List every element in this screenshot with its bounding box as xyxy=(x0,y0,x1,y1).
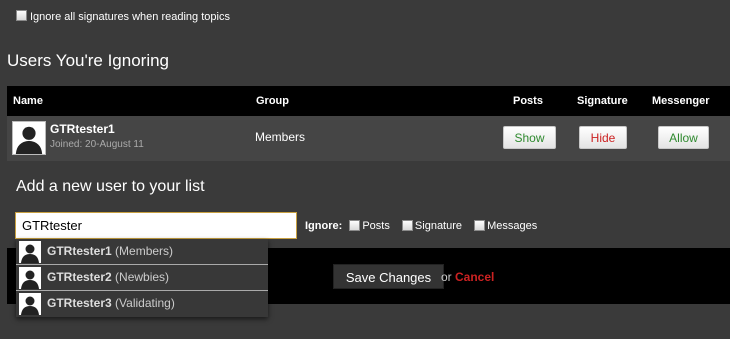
ignore-messages-option[interactable]: Messages xyxy=(474,219,538,232)
autocomplete-username: GTRtester1 xyxy=(47,244,112,258)
user-silhouette-icon xyxy=(19,293,41,315)
table-header: Name Group Posts Signature Messenger xyxy=(7,86,730,116)
section-title: Users You're Ignoring xyxy=(7,51,170,70)
ignore-options: Ignore: Posts Signature Messages xyxy=(305,219,546,232)
ignore-signature-label: Signature xyxy=(414,220,463,232)
autocomplete-group: (Newbies) xyxy=(115,270,170,284)
avatar xyxy=(19,267,41,289)
avatar[interactable] xyxy=(12,121,46,155)
ignore-signatures-option[interactable]: Ignore all signatures when reading topic… xyxy=(16,9,230,23)
messenger-allow-button[interactable]: Allow xyxy=(658,126,709,149)
username-link[interactable]: GTRtester1 xyxy=(50,122,115,136)
table-row: GTRtester1 Joined: 20-August 11 Members … xyxy=(7,116,730,161)
header-group: Group xyxy=(256,95,289,107)
ignore-label: Ignore: xyxy=(305,220,343,232)
autocomplete-username: GTRtester3 xyxy=(47,296,112,310)
posts-show-button[interactable]: Show xyxy=(503,126,556,149)
username-search-input[interactable]: GTRtester xyxy=(15,212,297,239)
ignore-signatures-label: Ignore all signatures when reading topic… xyxy=(30,11,230,23)
ignore-signature-option[interactable]: Signature xyxy=(401,219,463,232)
autocomplete-group: (Validating) xyxy=(115,296,175,310)
autocomplete-dropdown: GTRtester1 (Members) GTRtester2 (Newbies… xyxy=(16,239,268,317)
user-group: Members xyxy=(255,130,306,144)
user-silhouette-icon xyxy=(19,241,41,263)
add-user-title: Add a new user to your list xyxy=(16,178,205,195)
autocomplete-item[interactable]: GTRtester1 (Members) xyxy=(16,239,268,265)
or-text: or xyxy=(441,270,452,284)
cancel-link[interactable]: Cancel xyxy=(455,270,494,284)
ignore-messages-label: Messages xyxy=(487,220,538,232)
signature-hide-button[interactable]: Hide xyxy=(579,126,627,149)
header-name: Name xyxy=(13,95,43,107)
ignore-posts-option[interactable]: Posts xyxy=(349,219,390,232)
ignore-signature-checkbox[interactable] xyxy=(401,219,413,231)
header-posts: Posts xyxy=(513,95,543,107)
user-silhouette-icon xyxy=(19,267,41,289)
autocomplete-group: (Members) xyxy=(115,244,174,258)
save-changes-button[interactable]: Save Changes xyxy=(333,264,444,289)
ignore-signatures-checkbox[interactable] xyxy=(16,9,27,21)
avatar xyxy=(19,241,41,263)
autocomplete-item[interactable]: GTRtester2 (Newbies) xyxy=(16,265,268,291)
avatar xyxy=(19,293,41,315)
joined-date: Joined: 20-August 11 xyxy=(50,139,144,150)
ignore-posts-checkbox[interactable] xyxy=(349,219,361,231)
header-messenger: Messenger xyxy=(652,95,710,107)
autocomplete-item[interactable]: GTRtester3 (Validating) xyxy=(16,291,268,317)
user-silhouette-icon xyxy=(13,122,45,154)
autocomplete-username: GTRtester2 xyxy=(47,270,112,284)
ignore-posts-label: Posts xyxy=(362,220,390,232)
header-signature: Signature xyxy=(577,95,628,107)
ignore-messages-checkbox[interactable] xyxy=(474,219,486,231)
